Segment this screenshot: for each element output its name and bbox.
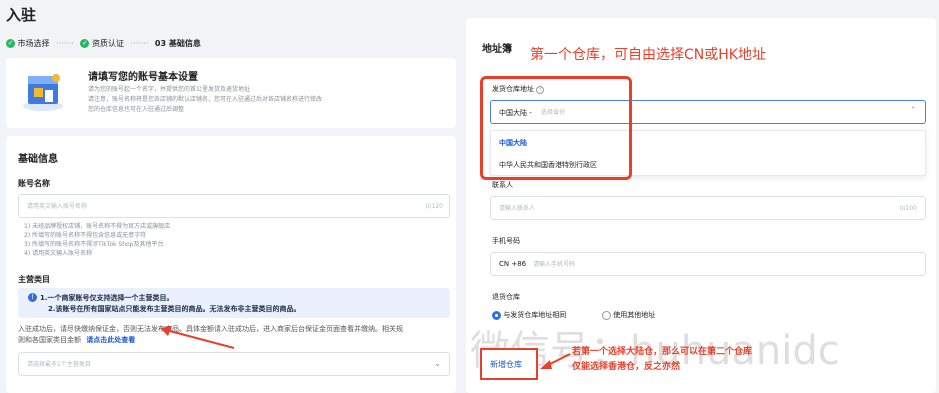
annotation-text: 若第一个选择大陆仓，那么可以在第二个仓库 (572, 347, 753, 357)
intro-heading: 请填写您的账号基本设置 (88, 72, 198, 83)
step-separator: ······· (130, 39, 149, 48)
account-name-input[interactable]: 请用英文输入账号名称 0/120 (18, 194, 450, 218)
highlight-box (480, 76, 632, 180)
rule-line: 4) 请用英文输入账号名称 (24, 250, 93, 257)
rule-line: 1) 未经品牌授权店铺，账号名称不得为官方店或旗舰店 (24, 223, 171, 230)
category-label: 主营类目 (18, 275, 50, 284)
char-counter: 0/120 (425, 203, 443, 210)
check-icon: ✓ (6, 39, 15, 48)
intro-line: 请注意，账号名称将是您各店铺的默认店铺名，您可在入驻通过后对各店铺名称进行修改 (88, 96, 323, 103)
category-placeholder: 请选择最多1个主营类目 (27, 361, 91, 368)
chevron-down-icon: ⌄ (434, 359, 441, 368)
deposit-text-tail: 则和各国家类目金额 (18, 336, 81, 344)
warehouse-illustration-icon (23, 74, 63, 111)
intro-line: 您的仓库信息也可在入驻通过后调整 (88, 106, 185, 113)
return-label: 退货仓库 (492, 293, 520, 301)
basic-info-panel: 基础信息 账号名称 请用英文输入账号名称 0/120 1) 未经品牌授权店铺，账… (6, 136, 456, 393)
info-icon: ! (28, 293, 37, 302)
account-name-label: 账号名称 (18, 179, 50, 188)
char-counter: 0/100 (899, 205, 917, 212)
add-warehouse-button[interactable]: 新增仓库 (480, 348, 538, 380)
deposit-link[interactable]: 请点击此处查看 (86, 336, 135, 344)
phone-placeholder: 请输入手机号码 (533, 261, 576, 268)
rule-line: 2) 所填写的账号名称不得包含信息或无意字符 (24, 232, 147, 239)
deposit-text-2: 则和各国家类目金额 请点击此处查看 (18, 335, 135, 345)
phone-label: 手机号码 (492, 237, 520, 245)
chevron-up-icon: ˄ (911, 106, 915, 115)
check-icon: ✓ (80, 39, 90, 48)
step-1: ✓ 市场选择 (6, 39, 50, 48)
contact-input[interactable]: 请输入联系人 0/100 (490, 196, 926, 220)
arrow-annotation (540, 353, 571, 369)
annotation-text: 第一个仓库，可自由选择CN或HK地址 (530, 47, 766, 63)
rule-line: 3) 所填写的账号名称不得涉TikTok Shop及其他平台 (24, 241, 164, 248)
category-select[interactable]: 请选择最多1个主营类目 ⌄ (18, 352, 450, 376)
phone-input[interactable]: CN +86 请输入手机号码 (490, 252, 926, 276)
intro-line: 请为您的账号起一个名字，并提供您的首公里发货及退货地址 (88, 86, 251, 93)
phone-prefix[interactable]: CN +86 (499, 260, 526, 268)
add-warehouse-label: 新增仓库 (490, 360, 522, 369)
step-separator: ······· (56, 39, 74, 48)
intro-panel: 请填写您的账号基本设置 请为您的账号起一个名字，并提供您的首公里发货及退货地址 … (6, 58, 456, 128)
category-notice: ! 1.一个商家账号仅支持选择一个主营类目。 2.该账号在所有国家站点只能发布主… (18, 288, 450, 318)
step-3: 03 基础信息 (154, 39, 201, 48)
address-book-panel: 地址簿 第一个仓库，可自由选择CN或HK地址 发货仓库地址 ? 中国大陆 - 选… (466, 18, 936, 393)
step-2: ✓ 资质认证 (80, 39, 124, 48)
notice-line: 1.一个商家账号仅支持选择一个主营类目。 (40, 294, 174, 302)
contact-label: 联系人 (492, 181, 513, 189)
section-title: 地址簿 (482, 44, 512, 55)
notice-line: 2.该账号在所有国家站点只能发布主营类目的商品。无法发布非主营类目的商品。 (48, 305, 301, 313)
page-title: 入驻 (6, 6, 37, 24)
contact-placeholder: 请输入联系人 (499, 205, 536, 212)
section-title: 基础信息 (18, 154, 58, 165)
stepper: ✓ 市场选择 ······· ✓ 资质认证 ······· 03 基础信息 (6, 38, 201, 49)
annotation-text: 仅能选择香港仓，反之亦然 (572, 362, 681, 372)
account-name-placeholder: 请用英文输入账号名称 (27, 203, 88, 210)
arrow-annotation (160, 326, 235, 349)
